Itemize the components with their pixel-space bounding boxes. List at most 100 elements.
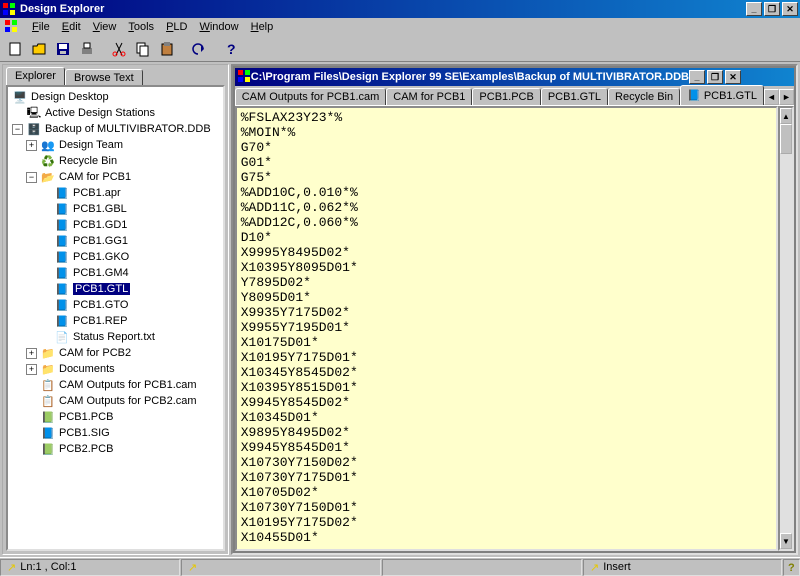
vertical-scrollbar[interactable]: ▲ ▼ (778, 106, 794, 551)
menu-pld[interactable]: PLD (160, 19, 193, 35)
arrow-icon: ↗ (7, 561, 16, 574)
menu-file[interactable]: File (26, 19, 56, 35)
tree-file-gtl[interactable]: 📘PCB1.GTL (8, 281, 223, 297)
file-icon: 📘 (54, 314, 70, 328)
document-tabs: CAM Outputs for PCB1.cam CAM for PCB1 PC… (235, 86, 794, 106)
tree-pcb2[interactable]: 📗PCB2.PCB (8, 441, 223, 457)
cam-icon: 📋 (40, 394, 56, 408)
menu-edit[interactable]: Edit (56, 19, 87, 35)
tab-scroll-right-button[interactable]: ► (779, 89, 794, 105)
folder-icon: 📁 (40, 362, 56, 376)
doc-close-button[interactable]: ✕ (725, 70, 741, 84)
menu-view[interactable]: View (87, 19, 123, 35)
tree-active-stations[interactable]: 🖳Active Design Stations (8, 105, 223, 121)
scroll-up-button[interactable]: ▲ (780, 108, 792, 124)
close-button[interactable]: ✕ (782, 2, 798, 16)
doc-tab-gtl2[interactable]: 📘PCB1.GTL (680, 85, 764, 105)
statusbar: ↗Ln:1 , Col:1 ↗ ↗Insert ? (0, 557, 800, 576)
design-tree[interactable]: 🖥️Design Desktop 🖳Active Design Stations… (6, 85, 225, 551)
explorer-panel: Explorer Browse Text 🖥️Design Desktop 🖳A… (2, 64, 229, 555)
tree-file-gko[interactable]: 📘PCB1.GKO (8, 249, 223, 265)
team-icon: 👥 (40, 138, 56, 152)
arrow-icon: ↗ (590, 561, 599, 574)
text-editor[interactable]: %FSLAX23Y23*% %MOIN*% G70* G01* G75* %AD… (235, 106, 778, 551)
tree-file-apr[interactable]: 📘PCB1.apr (8, 185, 223, 201)
tree-file-gbl[interactable]: 📘PCB1.GBL (8, 201, 223, 217)
app-title: Design Explorer (20, 3, 746, 15)
collapse-icon[interactable]: − (12, 124, 23, 135)
pcb-icon: 📗 (40, 410, 56, 424)
tree-file-gm4[interactable]: 📘PCB1.GM4 (8, 265, 223, 281)
menu-icon (4, 19, 20, 36)
document-titlebar: C:\Program Files\Design Explorer 99 SE\E… (235, 68, 794, 86)
tree-pcb1[interactable]: 📗PCB1.PCB (8, 409, 223, 425)
svg-text:?: ? (788, 562, 795, 573)
maximize-button[interactable]: ❐ (764, 2, 780, 16)
monitor-icon: 🖳 (26, 106, 42, 120)
tree-file-gg1[interactable]: 📘PCB1.GG1 (8, 233, 223, 249)
file-icon: 📘 (54, 202, 70, 216)
file-icon: 📘 (54, 282, 70, 296)
folder-icon: 📁 (40, 346, 56, 360)
status-position: ↗Ln:1 , Col:1 (0, 559, 180, 576)
tree-file-status[interactable]: 📄Status Report.txt (8, 329, 223, 345)
expand-icon[interactable]: + (26, 348, 37, 359)
tree-design-team[interactable]: +👥Design Team (8, 137, 223, 153)
status-help-button[interactable]: ? (783, 559, 800, 576)
help-icon[interactable]: ? (220, 38, 242, 60)
arrow-icon: ↗ (188, 561, 197, 574)
menu-help[interactable]: Help (245, 19, 280, 35)
tree-camout1[interactable]: 📋CAM Outputs for PCB1.cam (8, 377, 223, 393)
paste-icon[interactable] (156, 38, 178, 60)
doc-tab-camout[interactable]: CAM Outputs for PCB1.cam (235, 88, 387, 105)
new-icon[interactable] (4, 38, 26, 60)
scroll-thumb[interactable] (780, 124, 792, 154)
file-icon: 📘 (54, 266, 70, 280)
print-icon[interactable] (76, 38, 98, 60)
copy-icon[interactable] (132, 38, 154, 60)
doc-tab-gtl1[interactable]: PCB1.GTL (541, 88, 608, 105)
tree-pcb1sig[interactable]: 📘PCB1.SIG (8, 425, 223, 441)
expand-icon[interactable]: + (26, 140, 37, 151)
status-cell2: ↗ (181, 559, 381, 576)
doc-tab-pcb[interactable]: PCB1.PCB (472, 88, 540, 105)
save-icon[interactable] (52, 38, 74, 60)
scroll-down-button[interactable]: ▼ (780, 533, 792, 549)
toolbar: ? (0, 36, 800, 62)
svg-text:?: ? (227, 41, 236, 57)
status-mode: ↗Insert (583, 559, 782, 576)
expand-icon[interactable]: + (26, 364, 37, 375)
folder-open-icon: 📂 (40, 170, 56, 184)
tree-camout2[interactable]: 📋CAM Outputs for PCB2.cam (8, 393, 223, 409)
menu-window[interactable]: Window (193, 19, 244, 35)
tree-documents[interactable]: +📁Documents (8, 361, 223, 377)
menu-tools[interactable]: Tools (122, 19, 160, 35)
undo-icon[interactable] (188, 38, 210, 60)
scroll-track[interactable] (780, 124, 792, 533)
cut-icon[interactable] (108, 38, 130, 60)
menubar: File Edit View Tools PLD Window Help (0, 18, 800, 36)
document-path: C:\Program Files\Design Explorer 99 SE\E… (251, 71, 689, 83)
file-icon: 📘 (54, 250, 70, 264)
doc-tab-recycle[interactable]: Recycle Bin (608, 88, 680, 105)
collapse-icon[interactable]: − (26, 172, 37, 183)
tab-explorer[interactable]: Explorer (6, 67, 65, 85)
doc-tab-camfor[interactable]: CAM for PCB1 (386, 88, 472, 105)
file-icon: 📘 (54, 218, 70, 232)
tab-browse-text[interactable]: Browse Text (65, 69, 143, 85)
tree-recycle[interactable]: ♻️Recycle Bin (8, 153, 223, 169)
tree-backup-ddb[interactable]: −🗄️Backup of MULTIVIBRATOR.DDB (8, 121, 223, 137)
tree-cam-pcb2[interactable]: +📁CAM for PCB2 (8, 345, 223, 361)
tree-file-gd1[interactable]: 📘PCB1.GD1 (8, 217, 223, 233)
txt-icon: 📄 (54, 330, 70, 344)
file-icon: 📘 (54, 186, 70, 200)
tab-scroll-left-button[interactable]: ◄ (764, 89, 779, 105)
cam-icon: 📋 (40, 378, 56, 392)
doc-minimize-button[interactable]: _ (689, 70, 705, 84)
open-icon[interactable] (28, 38, 50, 60)
tree-file-rep[interactable]: 📘PCB1.REP (8, 313, 223, 329)
tree-cam-pcb1[interactable]: −📂CAM for PCB1 (8, 169, 223, 185)
tree-file-gto[interactable]: 📘PCB1.GTO (8, 297, 223, 313)
doc-maximize-button[interactable]: ❐ (707, 70, 723, 84)
minimize-button[interactable]: _ (746, 2, 762, 16)
